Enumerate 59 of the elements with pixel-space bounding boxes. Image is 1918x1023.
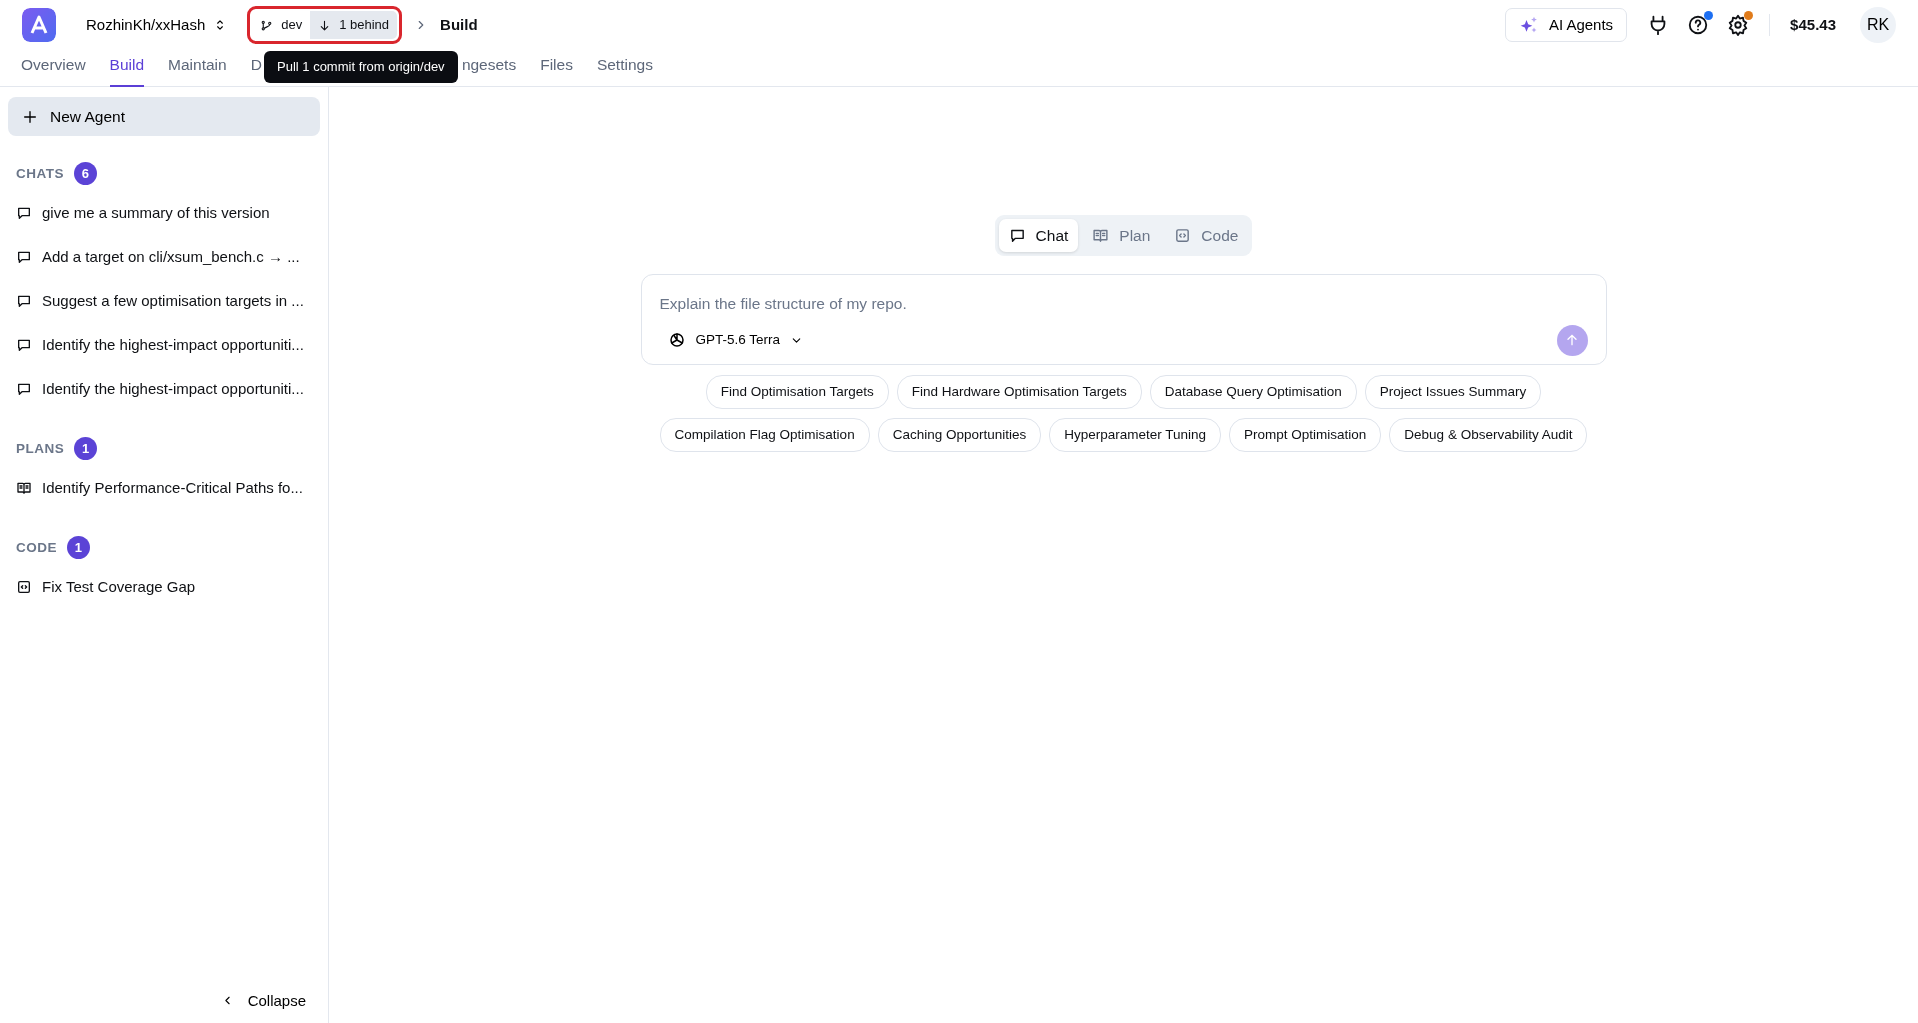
suggestion-chip[interactable]: Debug & Observability Audit bbox=[1389, 417, 1588, 452]
balance-amount: $45.43 bbox=[1790, 14, 1836, 35]
nav-tab[interactable]: D bbox=[250, 50, 262, 87]
section-heading: CODE bbox=[16, 538, 57, 557]
suggestion-chip[interactable]: Compilation Flag Optimisation bbox=[659, 417, 870, 452]
count-badge: 6 bbox=[74, 162, 97, 186]
branch-icon bbox=[260, 18, 274, 32]
arrow-up-icon bbox=[1564, 332, 1580, 348]
sidebar-item[interactable]: Fix Test Coverage Gap bbox=[8, 565, 320, 610]
nav-tab[interactable]: Overview bbox=[21, 50, 86, 87]
count-badge: 1 bbox=[67, 536, 90, 560]
section-heading: PLANS bbox=[16, 439, 65, 458]
app-logo[interactable] bbox=[22, 8, 56, 42]
collapse-button[interactable]: Collapse bbox=[214, 988, 312, 1013]
chat-bubble-icon bbox=[16, 249, 32, 266]
tooltip: Pull 1 commit from origin/dev bbox=[264, 51, 458, 83]
nav-tab[interactable]: Settings bbox=[596, 50, 653, 87]
settings-icon[interactable] bbox=[1727, 14, 1750, 36]
sidebar-item[interactable]: Add a target on cli/xsum_bench.c → ... bbox=[8, 235, 320, 280]
book-icon bbox=[16, 480, 32, 497]
new-agent-button[interactable]: New Agent bbox=[8, 97, 320, 137]
model-selector[interactable]: GPT-5.6 Terra bbox=[659, 325, 812, 355]
sidebar-item[interactable]: Identify Performance-Critical Paths fo... bbox=[8, 466, 320, 511]
nav-tab[interactable]: Maintain bbox=[168, 50, 227, 87]
count-badge: 1 bbox=[74, 437, 98, 461]
suggestion-chip[interactable]: Database Query Optimisation bbox=[1149, 374, 1357, 409]
code-icon bbox=[16, 579, 32, 596]
nav-tab[interactable]: Files bbox=[540, 50, 573, 87]
nav-tab[interactable]: Build bbox=[109, 50, 145, 87]
ai-agents-button[interactable]: AI Agents bbox=[1504, 7, 1628, 43]
sidebar-item[interactable]: give me a summary of this version bbox=[8, 191, 320, 236]
book-icon bbox=[1092, 227, 1110, 245]
mode-tab[interactable]: Plan bbox=[1082, 219, 1161, 253]
code-icon bbox=[1174, 227, 1192, 245]
mode-tab[interactable]: Code bbox=[1164, 219, 1249, 253]
message-input[interactable]: Explain the file structure of my repo. GPT-5.6 Terra bbox=[640, 274, 1607, 365]
section-heading: CHATS bbox=[16, 164, 64, 183]
mode-tab[interactable]: Chat bbox=[998, 219, 1079, 253]
chat-bubble-icon bbox=[16, 381, 32, 398]
pull-button[interactable]: 1 behind bbox=[310, 11, 398, 39]
help-icon[interactable] bbox=[1687, 14, 1710, 36]
suggestion-chip[interactable]: Find Hardware Optimisation Targets bbox=[896, 374, 1142, 409]
nav-tab[interactable]: ngesets bbox=[461, 50, 517, 87]
breadcrumb-current: Build bbox=[440, 14, 478, 35]
sidebar-item[interactable]: Suggest a few optimisation targets in ... bbox=[8, 279, 320, 324]
plus-icon bbox=[22, 108, 38, 125]
chat-bubble-icon bbox=[16, 293, 32, 310]
user-avatar[interactable]: RK bbox=[1860, 7, 1896, 43]
sidebar-item[interactable]: Identify the highest-impact opportuniti... bbox=[8, 323, 320, 368]
suggestion-chip[interactable]: Find Optimisation Targets bbox=[705, 374, 889, 409]
chat-bubble-icon bbox=[16, 205, 32, 222]
suggestion-chip[interactable]: Hyperparameter Tuning bbox=[1049, 417, 1222, 452]
chat-bubble-icon bbox=[1008, 227, 1026, 245]
sparkle-icon bbox=[1518, 15, 1539, 35]
chat-bubble-icon bbox=[16, 337, 32, 354]
sidebar-item[interactable]: Identify the highest-impact opportuniti... bbox=[8, 367, 320, 412]
suggestion-chip[interactable]: Project Issues Summary bbox=[1364, 374, 1542, 409]
suggestion-chip[interactable]: Prompt Optimisation bbox=[1229, 417, 1382, 452]
suggestion-chip[interactable]: Caching Opportunities bbox=[877, 417, 1042, 452]
